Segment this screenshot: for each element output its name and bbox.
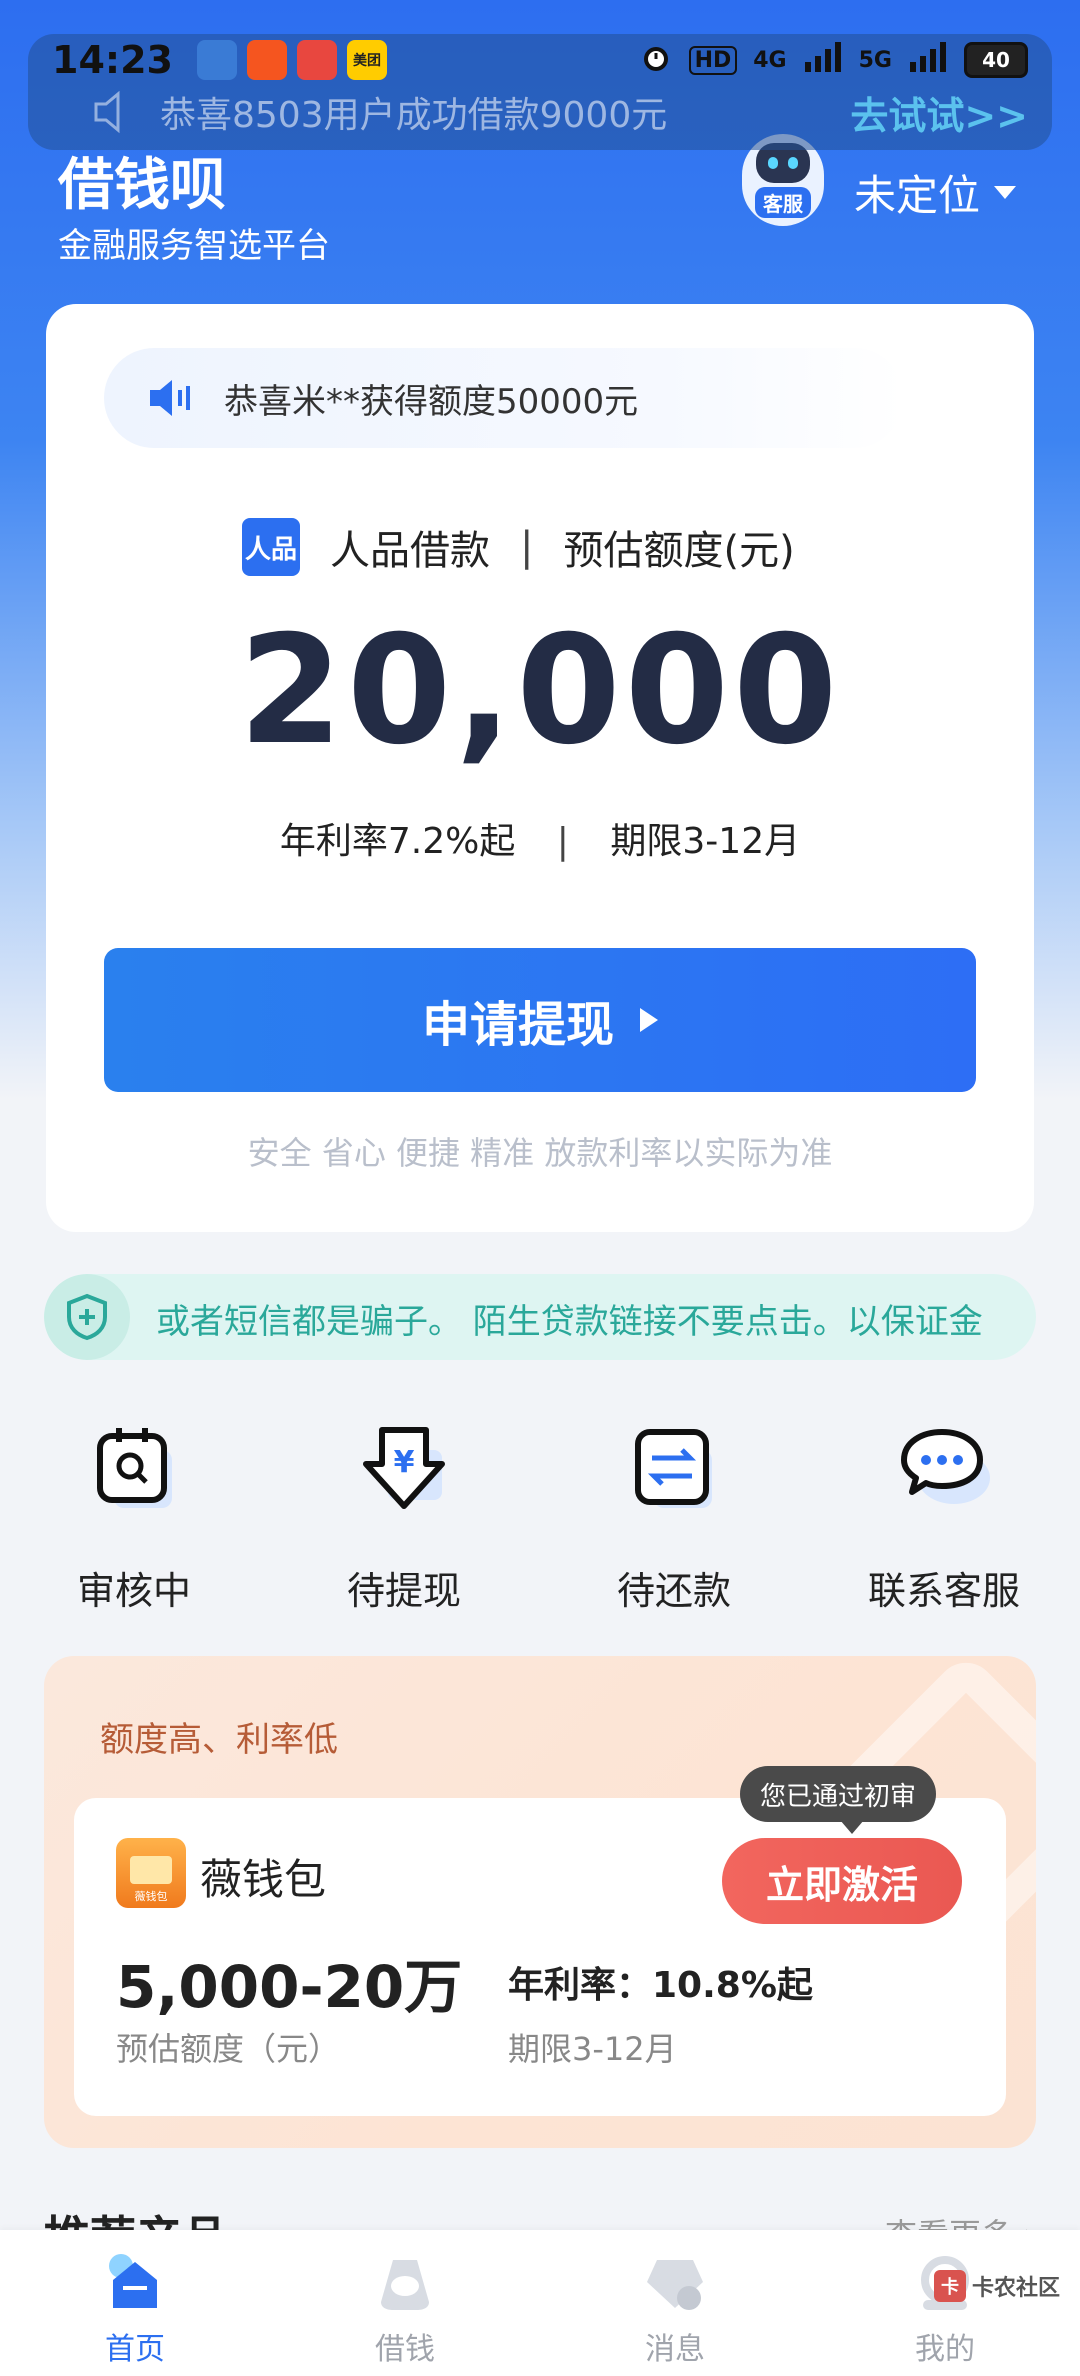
chat-icon: [894, 1420, 994, 1520]
signal-icon-2: [908, 40, 948, 80]
apply-label: 申请提现: [421, 997, 614, 1053]
activate-button[interactable]: 立即激活: [722, 1838, 962, 1924]
promo-amount-label: 预估额度（元）: [116, 2030, 341, 2068]
quick-action-contact-service[interactable]: 联系客服: [824, 1420, 1064, 1615]
quick-action-reviewing[interactable]: 审核中: [14, 1420, 254, 1615]
status-bar: 14:23 美团 HD 4G 5G 40: [0, 0, 1080, 120]
home-icon: [103, 2254, 167, 2314]
nav-label: 首页: [105, 2332, 165, 2367]
safety-note: 安全 省心 便捷 精准 放款利率以实际为准: [247, 1134, 833, 1172]
product-name: 人品借款: [330, 528, 490, 574]
nav-label: 我的: [915, 2332, 975, 2367]
network-4g-label: 4G: [753, 47, 787, 73]
quick-action-label: 联系客服: [867, 1569, 1020, 1613]
shield-icon: [44, 1274, 130, 1360]
battery-icon: 40: [964, 42, 1028, 78]
quick-action-pending-withdraw[interactable]: ¥ 待提现: [284, 1420, 524, 1615]
app-icon-2: [246, 40, 287, 80]
promo-product[interactable]: 薇钱包 薇钱包 立即激活 5,000-20万 预估额度（元） 年利率：10.8%…: [74, 1798, 1006, 2116]
wallet-logo-label: 薇钱包: [134, 1890, 168, 1903]
message-icon: [643, 2254, 707, 2314]
play-arrow-icon: [640, 1008, 658, 1032]
terms-separator: |: [556, 821, 569, 862]
app-icon-1: [196, 40, 237, 80]
watermark-text: 卡农社区: [971, 2276, 1060, 2301]
location-label: 未定位: [854, 171, 981, 220]
quick-action-label: 待还款: [616, 1569, 731, 1613]
estimated-amount: 20,000: [238, 604, 842, 778]
loan-card: 恭喜米**获得额度50000元 人品 人品借款 | 预估额度(元) 20,000…: [46, 304, 1034, 1232]
quick-action-label: 审核中: [76, 1569, 191, 1613]
network-5g-label: 5G: [858, 47, 892, 73]
nav-profile[interactable]: 我的 卡 卡农社区: [810, 2230, 1080, 2376]
quick-action-pending-repay[interactable]: 待还款: [554, 1420, 794, 1615]
borrow-icon: [373, 2254, 437, 2314]
nav-label: 借钱: [375, 2332, 435, 2367]
wallet-card-shape: [130, 1856, 172, 1884]
amount-label: 预估额度(元): [563, 528, 795, 574]
watermark-logo-icon: 卡: [933, 2270, 966, 2302]
product-line: 人品 人品借款 | 预估额度(元): [242, 518, 795, 576]
rate-text: 年利率7.2%起: [279, 821, 516, 862]
alarm-icon: [639, 40, 673, 80]
withdraw-icon: ¥: [354, 1420, 454, 1520]
review-icon: [84, 1420, 184, 1520]
hd-label: HD: [688, 45, 738, 75]
nav-messages[interactable]: 消息: [540, 2230, 810, 2376]
term-text: 期限3-12月: [610, 821, 801, 862]
wallet-logo-icon: 薇钱包: [116, 1838, 186, 1908]
quick-actions: 审核中 ¥ 待提现 待还款 联系客服: [0, 1420, 1080, 1620]
signal-icon: [803, 40, 843, 80]
service-label: 客服: [755, 186, 811, 218]
nav-home[interactable]: 首页: [0, 2230, 270, 2376]
status-app-icons: 美团: [196, 40, 387, 80]
promo-rate: 年利率：10.8%起: [508, 1965, 813, 2006]
meituan-icon: 美团: [346, 40, 387, 80]
promo-amount: 5,000-20万: [116, 1953, 463, 2021]
notice-text: 恭喜米**获得额度50000元: [224, 381, 639, 422]
separator: |: [520, 524, 534, 570]
anti-fraud-warning: 或者短信都是骗子。 陌生贷款链接不要点击。以保证金: [44, 1274, 1036, 1360]
apply-withdraw-button[interactable]: 申请提现: [104, 948, 976, 1092]
location-selector[interactable]: 未定位: [854, 162, 1017, 223]
nav-borrow[interactable]: 借钱: [270, 2230, 540, 2376]
terms-line: 年利率7.2%起 | 期限3-12月: [46, 812, 1034, 864]
nav-label: 消息: [645, 2332, 705, 2367]
app-icon-3: [296, 40, 337, 80]
repay-icon: [624, 1420, 724, 1520]
status-indicators: HD 4G 5G 40: [639, 40, 1028, 80]
caret-down-icon: [994, 186, 1017, 199]
review-status-badge: 您已通过初审: [740, 1766, 937, 1834]
status-time: 14:23: [52, 38, 173, 82]
app-title: 借钱呗: [58, 153, 226, 218]
product-badge-icon: 人品: [242, 518, 300, 576]
speaker-icon: [146, 372, 198, 424]
wallet-name: 薇钱包: [200, 1855, 327, 1904]
promo-tagline: 额度高、利率低: [100, 1720, 338, 1760]
bottom-nav: 首页 借钱 消息 我的 卡 卡农社区: [0, 2230, 1080, 2376]
community-watermark: 卡 卡农社区: [933, 2270, 1060, 2302]
promo-term: 期限3-12月: [508, 2030, 677, 2068]
warning-text: 或者短信都是骗子。 陌生贷款链接不要点击。以保证金: [156, 1302, 983, 1342]
notice-pill: 恭喜米**获得额度50000元: [104, 348, 904, 448]
app-subtitle: 金融服务智选平台: [58, 226, 330, 266]
svg-text:¥: ¥: [394, 1445, 415, 1480]
promo-card: 额度高、利率低 薇钱包 薇钱包 立即激活 5,000-20万 预估额度（元） 年…: [44, 1656, 1036, 2148]
quick-action-label: 待提现: [346, 1569, 461, 1613]
